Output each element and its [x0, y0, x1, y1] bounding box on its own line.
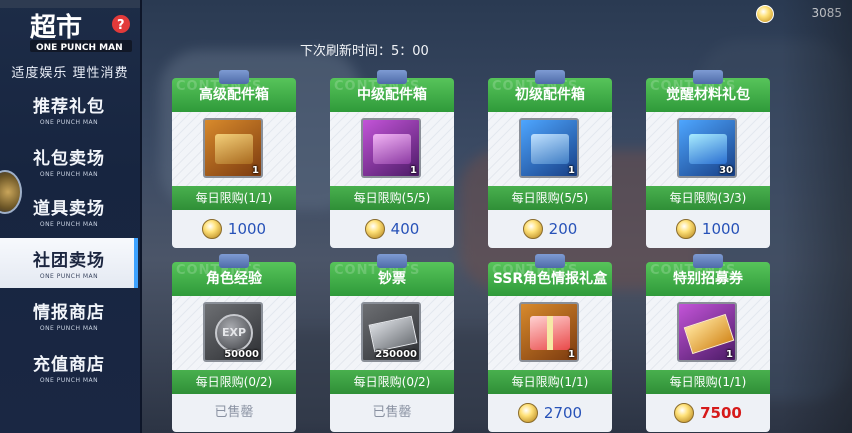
sidebar-item-club[interactable]: 社团卖场 ONE PUNCH MAN	[0, 238, 138, 288]
price-value: 200	[548, 220, 578, 238]
price-value: 400	[390, 220, 420, 238]
sidebar-item-items[interactable]: 道具卖场 ONE PUNCH MAN	[0, 186, 138, 236]
coin-icon	[756, 5, 774, 23]
card-body: 1 每日限购(5/5) 200	[488, 112, 612, 248]
item-quantity: 1	[568, 165, 575, 176]
purple-crate-icon[interactable]: 1	[361, 118, 421, 178]
card-clip	[535, 70, 565, 84]
card-body: 30 每日限购(3/3) 1000	[646, 112, 770, 248]
logo-text: 超市	[30, 12, 82, 43]
sold-out-text: 已售罄	[372, 405, 412, 420]
card-clip	[377, 70, 407, 84]
sidebar-item-sub: ONE PUNCH MAN	[39, 119, 99, 126]
shop-card[interactable]: CONTENTS 初级配件箱 1 每日限购(5/5) 200	[488, 70, 612, 248]
blue-box-icon[interactable]: 30	[677, 118, 737, 178]
shop-card[interactable]: CONTENTS 高级配件箱 1 每日限购(1/1) 1000	[172, 70, 296, 248]
card-clip	[693, 254, 723, 268]
purchase-limit: 每日限购(3/3)	[646, 186, 770, 210]
buy-button[interactable]: 200	[488, 210, 612, 248]
tagline: 适度娱乐 理性消费	[11, 66, 129, 81]
item-quantity: 1	[252, 165, 259, 176]
item-quantity: 50000	[224, 349, 259, 360]
shop-card[interactable]: CONTENTS 特别招募券 1 每日限购(1/1) 7500	[646, 254, 770, 432]
cash-stack-icon[interactable]: 250000	[361, 302, 421, 362]
sidebar-item-recommended[interactable]: 推荐礼包 ONE PUNCH MAN	[0, 84, 138, 134]
card-clip	[377, 254, 407, 268]
logo-sub: ONE PUNCH MAN	[36, 43, 123, 53]
sidebar-item-sub: ONE PUNCH MAN	[39, 273, 99, 280]
sidebar-item-label: 礼包卖场	[33, 149, 105, 169]
coin-icon	[517, 403, 538, 423]
card-clip	[535, 254, 565, 268]
shop-card[interactable]: CONTENTS 觉醒材料礼包 30 每日限购(3/3) 1000	[646, 70, 770, 248]
item-quantity: 1	[568, 349, 575, 360]
sold-out-text: 已售罄	[214, 405, 254, 420]
buy-button[interactable]: 7500	[646, 394, 770, 432]
svg-text:?: ?	[117, 18, 125, 33]
item-quantity: 1	[410, 165, 417, 176]
right-fade	[782, 0, 852, 433]
sidebar-item-label: 推荐礼包	[33, 97, 105, 117]
card-body: 1 每日限购(1/1) 7500	[646, 296, 770, 432]
sidebar-item-label: 社团卖场	[33, 251, 105, 271]
gift-box-icon[interactable]: 1	[519, 302, 579, 362]
coin-icon	[674, 403, 695, 423]
sidebar-item-sub: ONE PUNCH MAN	[39, 171, 99, 178]
price-value: 1000	[227, 220, 267, 238]
sidebar-item-label: 充值商店	[33, 355, 105, 375]
purchase-limit: 每日限购(0/2)	[172, 370, 296, 394]
sold-out-label: 已售罄	[330, 394, 454, 432]
shop-card[interactable]: CONTENTS 中级配件箱 1 每日限购(5/5) 400	[330, 70, 454, 248]
buy-button[interactable]: 400	[330, 210, 454, 248]
item-quantity: 250000	[375, 349, 417, 360]
sidebar-item-sub: ONE PUNCH MAN	[39, 221, 99, 228]
item-quantity: 1	[726, 349, 733, 360]
sidebar-item-sub: ONE PUNCH MAN	[39, 325, 99, 332]
item-quantity: 30	[719, 165, 733, 176]
sidebar-item-label: 情报商店	[33, 303, 105, 323]
orange-crate-icon[interactable]: 1	[203, 118, 263, 178]
purchase-limit: 每日限购(1/1)	[488, 370, 612, 394]
shop-card[interactable]: CONTENTS SSR角色情报礼盒 1 每日限购(1/1) 2700	[488, 254, 612, 432]
top-strip	[0, 0, 140, 8]
buy-button[interactable]: 1000	[172, 210, 296, 248]
card-body: EXP 50000 每日限购(0/2) 已售罄	[172, 296, 296, 432]
buy-button[interactable]: 1000	[646, 210, 770, 248]
card-body: 1 每日限购(1/1) 1000	[172, 112, 296, 248]
coin-icon	[522, 219, 543, 239]
shop-card[interactable]: CONTENTS 钞票 250000 每日限购(0/2) 已售罄	[330, 254, 454, 432]
card-clip	[219, 254, 249, 268]
buy-button[interactable]: 2700	[488, 394, 612, 432]
sold-out-label: 已售罄	[172, 394, 296, 432]
coin-icon	[364, 219, 385, 239]
purchase-limit: 每日限购(5/5)	[488, 186, 612, 210]
sidebar-item-intel[interactable]: 情报商店 ONE PUNCH MAN	[0, 290, 138, 340]
ticket-icon[interactable]: 1	[677, 302, 737, 362]
card-clip	[693, 70, 723, 84]
purchase-limit: 每日限购(1/1)	[172, 186, 296, 210]
sidebar: 超市 ? ONE PUNCH MAN 适度娱乐 理性消费 推荐礼包 ONE PU…	[0, 0, 142, 433]
refresh-timer: 下次刷新时间：5：00	[300, 44, 429, 59]
blue-crate-icon[interactable]: 1	[519, 118, 579, 178]
price-value: 7500	[700, 404, 742, 422]
exp-coin-icon[interactable]: EXP 50000	[203, 302, 263, 362]
card-body: 1 每日限购(1/1) 2700	[488, 296, 612, 432]
purchase-limit: 每日限购(5/5)	[330, 186, 454, 210]
sidebar-item-gift-packs[interactable]: 礼包卖场 ONE PUNCH MAN	[0, 136, 138, 186]
coin-icon	[675, 219, 696, 239]
purchase-limit: 每日限购(0/2)	[330, 370, 454, 394]
price-value: 2700	[543, 404, 583, 422]
sidebar-item-recharge[interactable]: 充值商店 ONE PUNCH MAN	[0, 342, 138, 392]
card-clip	[219, 70, 249, 84]
game-logo: 超市 ? ONE PUNCH MAN	[30, 12, 132, 53]
price-value: 1000	[701, 220, 741, 238]
shop-card[interactable]: CONTENTS 角色经验 EXP 50000 每日限购(0/2) 已售罄	[172, 254, 296, 432]
card-body: 1 每日限购(5/5) 400	[330, 112, 454, 248]
purchase-limit: 每日限购(1/1)	[646, 370, 770, 394]
card-body: 250000 每日限购(0/2) 已售罄	[330, 296, 454, 432]
coin-icon	[201, 219, 222, 239]
sidebar-item-label: 道具卖场	[33, 199, 105, 219]
sidebar-item-sub: ONE PUNCH MAN	[39, 377, 99, 384]
